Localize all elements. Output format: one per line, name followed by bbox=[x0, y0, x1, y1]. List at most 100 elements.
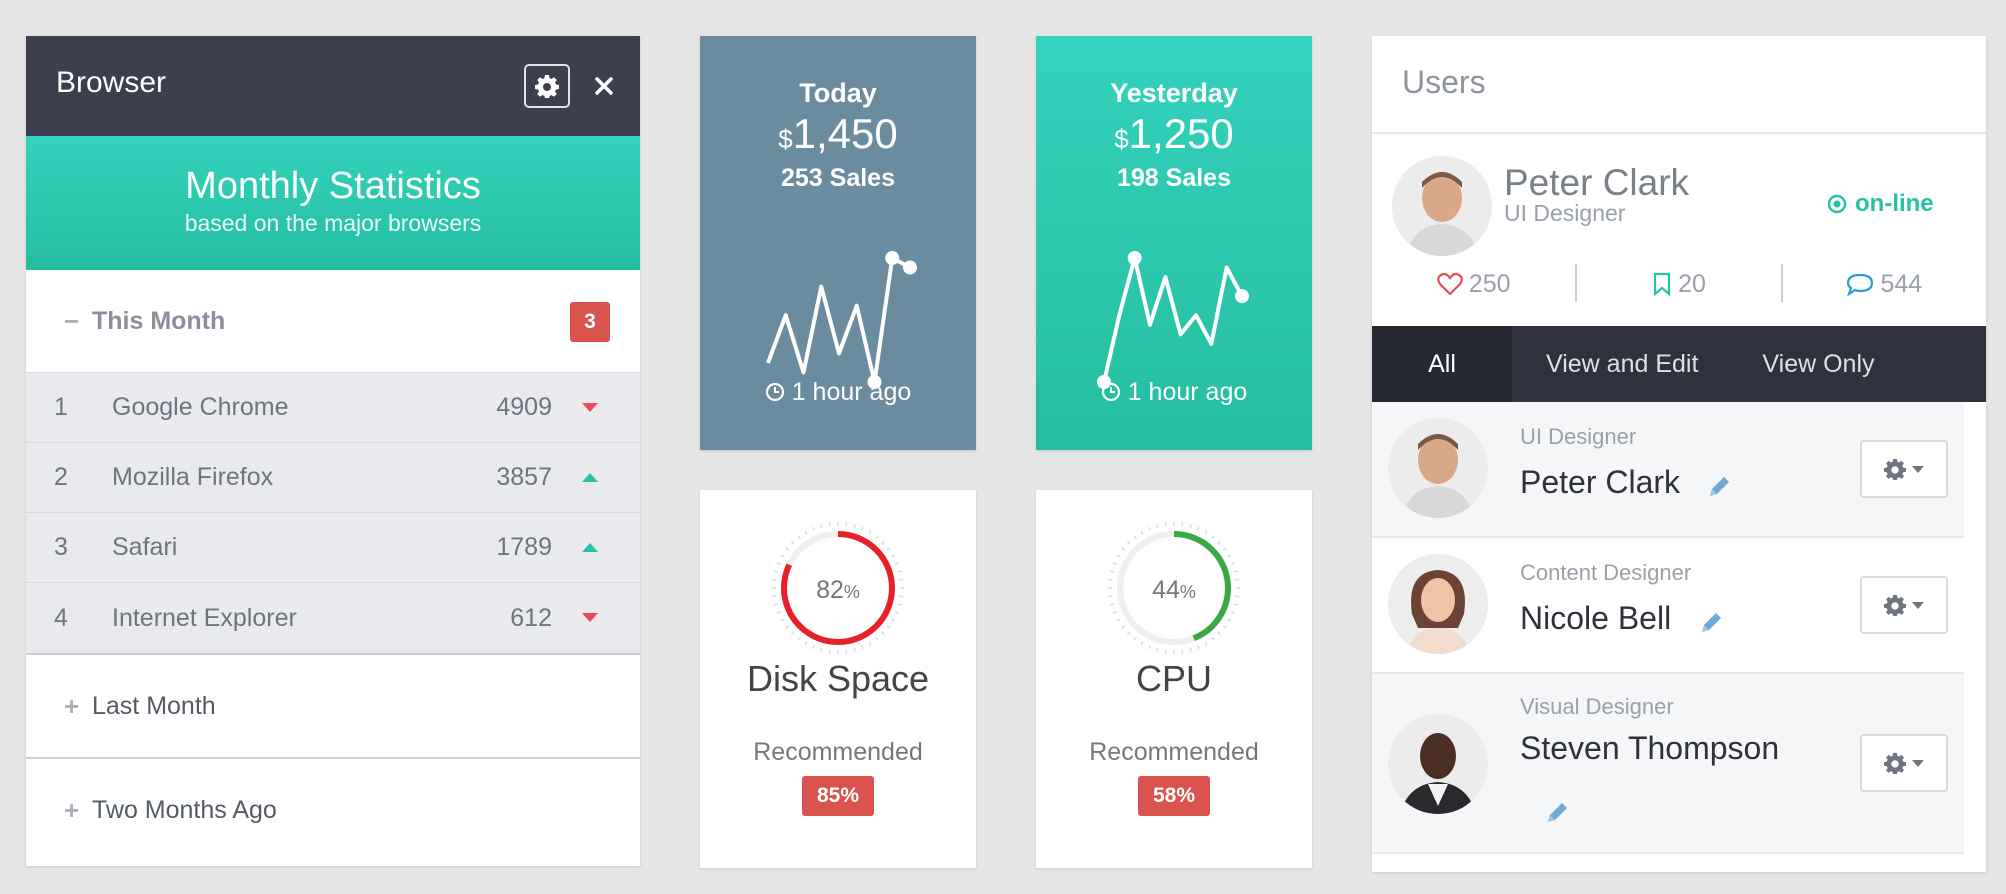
avatar[interactable] bbox=[1388, 554, 1488, 654]
tile-timestamp: 1 hour ago bbox=[700, 378, 976, 407]
gauge-tick bbox=[1222, 547, 1227, 551]
browser-panel: Browser Monthly Statistics based on the … bbox=[26, 36, 640, 866]
count-badge: 3 bbox=[570, 302, 610, 342]
row-browser-name: Safari bbox=[112, 533, 178, 561]
gauge-tick bbox=[1217, 631, 1222, 636]
row-value: 4909 bbox=[496, 393, 552, 421]
gauge-tick bbox=[875, 535, 879, 540]
profile-name: Peter Clark bbox=[1504, 162, 1690, 203]
close-button[interactable] bbox=[586, 66, 622, 106]
gauge-tick bbox=[1140, 530, 1144, 535]
gauge-tick bbox=[861, 644, 864, 650]
avatar[interactable] bbox=[1392, 156, 1492, 256]
tab-view-and-edit[interactable]: View and Edit bbox=[1512, 326, 1698, 402]
recommended-label: Recommended bbox=[1089, 738, 1259, 766]
currency-symbol: $ bbox=[1114, 124, 1129, 154]
gauge-tick bbox=[897, 570, 902, 573]
timestamp-text: 1 hour ago bbox=[1127, 378, 1248, 406]
gauge-number: 44 bbox=[1152, 576, 1180, 604]
sparkline-point bbox=[1127, 251, 1142, 265]
trend-down-icon bbox=[582, 613, 598, 622]
gauge-tick bbox=[881, 631, 886, 636]
pencil-icon[interactable] bbox=[1706, 474, 1732, 500]
browser-title: Browser bbox=[56, 66, 167, 99]
row-rank: 4 bbox=[54, 603, 68, 632]
user-role: UI Designer bbox=[1520, 424, 1637, 449]
sparkline-chart bbox=[1097, 251, 1249, 389]
row-browser-name: Mozilla Firefox bbox=[112, 463, 274, 491]
gauge-tick bbox=[776, 562, 782, 565]
bookmarks-count: 20 bbox=[1678, 269, 1706, 298]
gauge-tick bbox=[776, 611, 782, 614]
tile-sales: 198 Sales bbox=[1117, 164, 1231, 192]
user-settings-button[interactable] bbox=[1860, 440, 1948, 498]
profile-stats: 250 20 544 bbox=[1372, 264, 1986, 304]
gauge-tick bbox=[1227, 618, 1232, 622]
likes-stat[interactable]: 250 bbox=[1372, 264, 1575, 304]
online-status: on-line bbox=[1827, 190, 1934, 218]
comments-stat[interactable]: 544 bbox=[1783, 264, 1986, 304]
user-settings-button[interactable] bbox=[1860, 576, 1948, 634]
gauge-tick bbox=[797, 636, 801, 641]
gauge-tick bbox=[1204, 641, 1208, 646]
user-settings-button[interactable] bbox=[1860, 734, 1948, 792]
gauge-tick bbox=[1204, 530, 1208, 535]
tile-sales: 253 Sales bbox=[781, 164, 895, 192]
avatar[interactable] bbox=[1388, 418, 1488, 518]
clock-icon bbox=[765, 382, 784, 402]
section-this-month[interactable]: − This Month 3 bbox=[26, 270, 640, 372]
tile-day: Today bbox=[799, 78, 877, 108]
section-two-months-ago[interactable]: + Two Months Ago bbox=[26, 759, 640, 861]
banner-subtitle: based on the major browsers bbox=[184, 210, 482, 236]
section-label: Two Months Ago bbox=[92, 795, 277, 824]
banner-title: Monthly Statistics bbox=[185, 165, 481, 207]
gauge-tick bbox=[1197, 644, 1200, 650]
gauge-tick bbox=[1197, 526, 1200, 532]
tile-amount: $1,450 bbox=[700, 111, 976, 162]
row-value: 3857 bbox=[496, 463, 552, 491]
gauge-tick bbox=[894, 562, 900, 565]
gauge-tick bbox=[1133, 636, 1137, 641]
gauge-tick bbox=[1211, 636, 1215, 641]
gauge-tick bbox=[1148, 526, 1151, 532]
table-row: 2 Mozilla Firefox 3857 bbox=[26, 443, 640, 513]
tab-all[interactable]: All bbox=[1372, 326, 1512, 412]
users-panel: Users Peter Clark UI Designer on-line 25… bbox=[1372, 36, 1986, 872]
pencil-icon[interactable] bbox=[1698, 610, 1724, 636]
gauge-tick bbox=[1126, 631, 1131, 636]
avatar-image bbox=[1388, 714, 1488, 814]
sparkline-path bbox=[766, 256, 911, 384]
gauge-tick bbox=[812, 644, 815, 650]
today-sales-tile: Today $1,450 253 Sales 1 hour ago bbox=[700, 36, 976, 450]
bookmarks-stat[interactable]: 20 bbox=[1577, 264, 1780, 304]
avatar-image bbox=[1388, 554, 1488, 654]
gauge-tick bbox=[853, 524, 856, 529]
gauge-tick bbox=[780, 618, 785, 622]
amount-value: 1,250 bbox=[1128, 110, 1234, 157]
gauge-value: 82% bbox=[700, 576, 976, 605]
recommended-label: Recommended bbox=[753, 738, 923, 766]
cpu-gauge: 44% CPU Recommended 58% bbox=[1036, 490, 1312, 868]
gauge-tick bbox=[886, 625, 891, 629]
gauge-tick bbox=[1121, 625, 1126, 629]
browser-banner: Monthly Statistics based on the major br… bbox=[26, 136, 640, 270]
section-last-month[interactable]: + Last Month bbox=[26, 655, 640, 757]
gauge-tick bbox=[1110, 570, 1115, 573]
gauge-tick bbox=[1181, 649, 1184, 654]
sparkline-point bbox=[885, 251, 900, 265]
gauge-tick bbox=[1112, 611, 1118, 614]
settings-button[interactable] bbox=[524, 64, 570, 108]
sparkline-point bbox=[903, 260, 917, 275]
pencil-icon[interactable] bbox=[1544, 800, 1570, 826]
gauge-tick bbox=[820, 647, 823, 652]
list-item: UI Designer Peter Clark bbox=[1372, 402, 1964, 538]
gauge-unit: % bbox=[1179, 582, 1196, 602]
gauge-value: 44% bbox=[1036, 576, 1312, 605]
row-rank: 2 bbox=[54, 463, 68, 491]
tab-view-only[interactable]: View Only bbox=[1698, 326, 1874, 402]
gauge-tick bbox=[868, 641, 872, 646]
avatar[interactable] bbox=[1388, 714, 1488, 814]
gauge-tick bbox=[790, 631, 795, 636]
row-browser-name: Google Chrome bbox=[112, 393, 289, 421]
gauge-tick bbox=[1233, 570, 1238, 573]
